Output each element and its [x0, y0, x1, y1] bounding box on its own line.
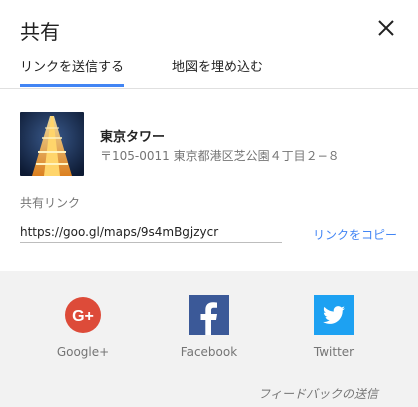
share-link-label: 共有リンク	[20, 196, 81, 210]
copy-link-button[interactable]: リンクをコピー	[313, 226, 397, 243]
share-twitter-button[interactable]: Twitter	[289, 295, 379, 359]
share-facebook-button[interactable]: Facebook	[164, 295, 254, 359]
twitter-label: Twitter	[313, 345, 355, 359]
place-card: 東京タワー 〒105-0011 東京都港区芝公園４丁目２−８	[20, 112, 400, 176]
twitter-icon	[314, 295, 354, 335]
share-link-input[interactable]	[20, 222, 282, 243]
place-address: 〒105-0011 東京都港区芝公園４丁目２−８	[100, 149, 340, 163]
place-thumbnail	[20, 112, 84, 176]
google-plus-icon: G+	[63, 295, 103, 335]
dialog-header: 共有	[0, 0, 418, 56]
google-plus-label: Google+	[56, 345, 110, 359]
send-feedback-link[interactable]: フィードバックの送信	[258, 385, 378, 402]
tab-send-link[interactable]: リンクを送信する	[20, 56, 124, 86]
share-dialog: 共有 リンクを送信する 地図を埋め込む 東京タワー 〒105-0011 東京都港…	[0, 0, 418, 407]
svg-text:G+: G+	[72, 308, 94, 325]
close-icon[interactable]	[376, 18, 396, 38]
facebook-label: Facebook	[180, 345, 238, 359]
tab-bar: リンクを送信する 地図を埋め込む	[0, 56, 418, 89]
dialog-title: 共有	[20, 20, 60, 44]
place-name: 東京タワー	[100, 130, 166, 145]
share-google-plus-button[interactable]: G+ Google+	[38, 295, 128, 359]
facebook-icon	[189, 295, 229, 335]
active-tab-indicator	[20, 84, 124, 87]
tab-embed-map[interactable]: 地図を埋め込む	[172, 56, 263, 86]
social-share-panel: G+ Google+ Facebook Twitter フィードバックの送信	[0, 271, 418, 407]
